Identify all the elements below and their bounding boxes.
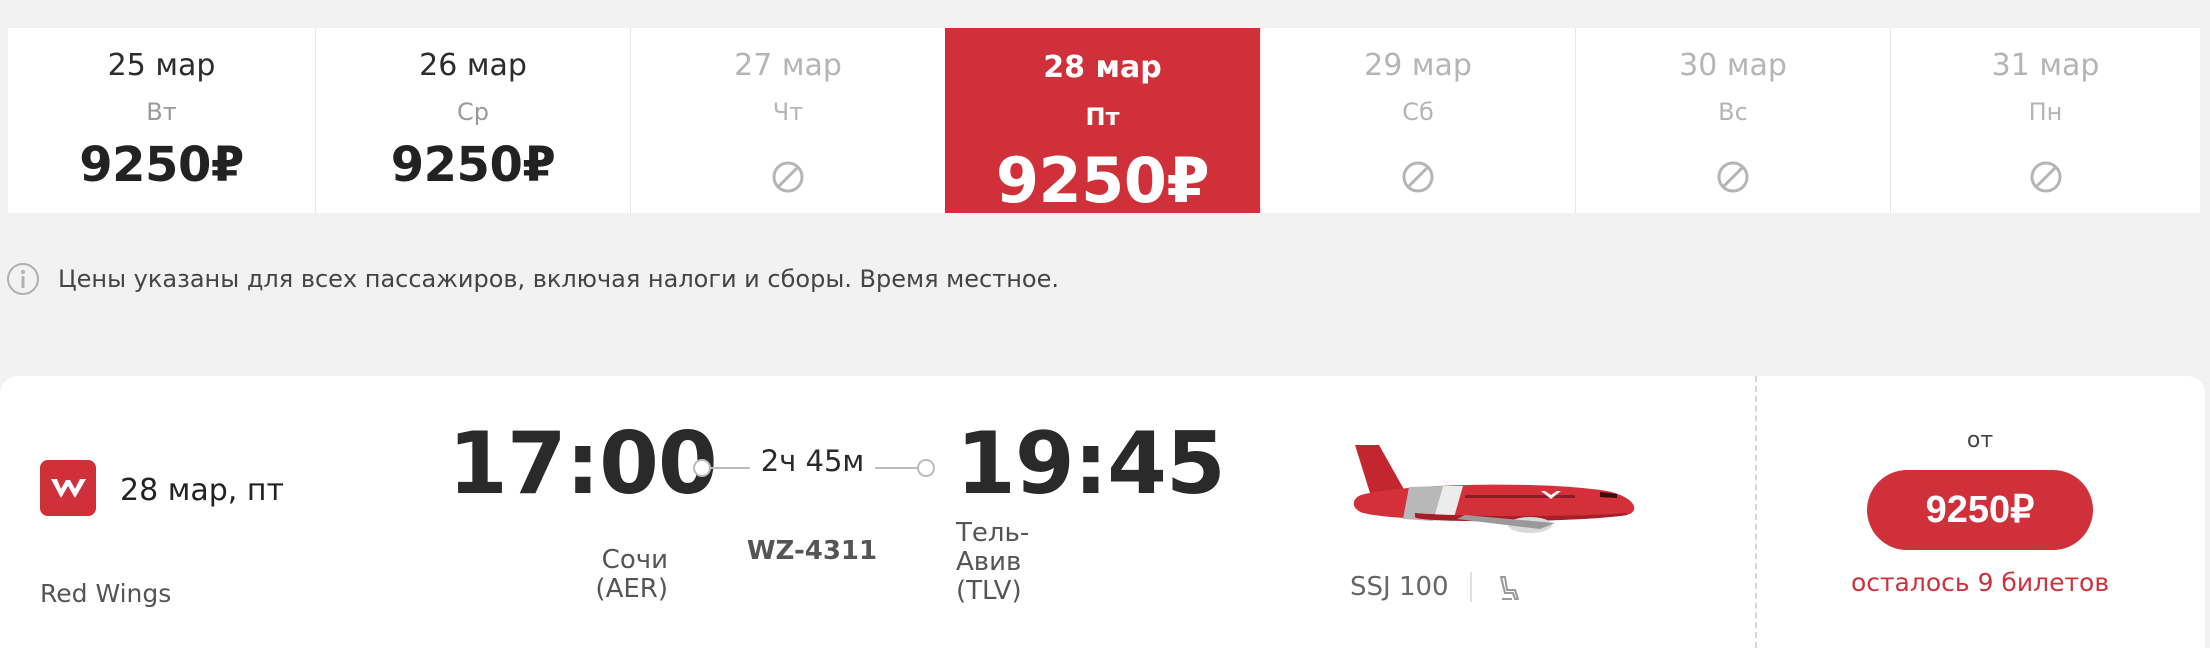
airline-name: Red Wings [40,579,172,608]
weekday-label: Вс [1718,98,1748,126]
departure-time: 17:00 [448,414,718,514]
date-price: 9250₽ [995,144,1210,217]
date-price: 9250₽ [390,137,556,193]
flight-date: 28 мар, пт [120,473,284,508]
weekday-label: Ср [457,98,489,126]
no-flights-icon [1402,161,1434,193]
weekday-label: Пн [2028,98,2063,126]
flight-card[interactable]: 28 мар, пт Red Wings 17:00 2ч 45м 19:45 … [0,376,2205,648]
date-label: 26 мар [419,48,527,83]
date-cell-29-mar: 29 мар Сб [1260,28,1575,213]
red-wings-logo [40,460,96,516]
date-cell-28-mar[interactable]: 28 мар Пт 9250₽ [945,28,1260,217]
date-cell-30-mar: 30 мар Вс [1575,28,1890,213]
weekday-label: Пт [1085,103,1120,131]
date-cell-31-mar: 31 мар Пн [1890,28,2200,213]
date-label: 25 мар [107,48,216,83]
aircraft-model: SSJ 100 [1350,572,1449,602]
no-flights-icon [772,161,804,193]
card-divider [1755,376,1757,648]
departure-city-name: Сочи [601,545,668,575]
weekday-label: Сб [1402,98,1434,126]
date-label: 31 мар [1991,48,2100,83]
date-cell-27-mar: 27 мар Чт [630,28,945,213]
departure-airport-code: (AER) [595,574,668,604]
arrival-city-name-line2: Авив [956,547,1022,577]
select-flight-button[interactable]: 9250₽ [1867,470,2093,550]
no-flights-icon [1717,161,1749,193]
date-label: 29 мар [1364,48,1472,83]
weekday-label: Вт [146,98,177,126]
seat-icon [1500,576,1519,600]
arrival-airport-code: (TLV) [956,576,1022,606]
date-label: 30 мар [1679,48,1787,83]
price-prefix: от [1966,428,1994,453]
arrival-city: Тель- Авив (TLV) [956,519,1076,606]
weekday-label: Чт [772,98,804,126]
date-cell-26-mar[interactable]: 26 мар Ср 9250₽ [315,28,630,213]
date-selector: 25 мар Вт 9250₽ 26 мар Ср 9250₽ 27 мар Ч… [0,28,2210,217]
no-flights-icon [2030,161,2061,193]
arrival-city-name-line1: Тель- [956,518,1030,548]
price-info-notice: Цены указаны для всех пассажиров, включа… [6,262,1059,296]
info-text: Цены указаны для всех пассажиров, включа… [58,265,1059,293]
date-label: 27 мар [734,48,842,83]
date-label: 28 мар [1043,50,1162,85]
divider [1470,572,1472,602]
date-price: 9250₽ [79,137,244,193]
aircraft-image [1353,445,1635,533]
departure-city: Сочи (AER) [580,546,668,604]
flight-duration: 2ч 45м [750,444,875,478]
info-icon [7,263,39,295]
arrival-time: 19:45 [956,414,1226,514]
flight-number: WZ-4311 [746,536,878,566]
tickets-left: осталось 9 билетов [1850,568,2110,597]
date-cell-25-mar[interactable]: 25 мар Вт 9250₽ [8,28,315,213]
